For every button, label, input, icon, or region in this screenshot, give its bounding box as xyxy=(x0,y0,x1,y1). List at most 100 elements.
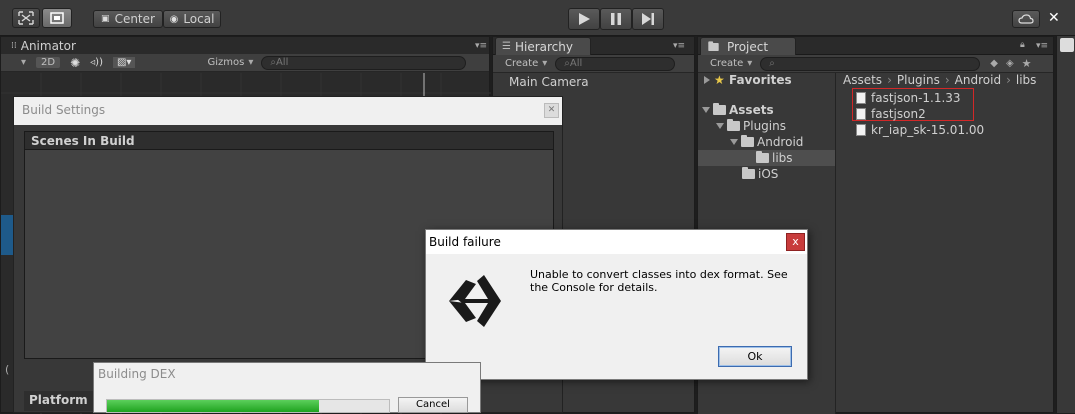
folder-icon xyxy=(708,40,719,51)
file-label: fastjson2 xyxy=(871,107,926,121)
light-icon[interactable]: ✺ xyxy=(70,56,80,70)
gizmos-chevron-icon[interactable]: ▾ xyxy=(248,57,253,68)
favorites-section[interactable]: ★ Favorites xyxy=(704,73,792,87)
filter-type-icon[interactable]: ◆ xyxy=(990,58,998,69)
space-local-button[interactable]: ◉ Local xyxy=(163,10,221,28)
folder-icon xyxy=(741,135,754,147)
search-icon: ⌕ xyxy=(769,57,775,69)
pivot-icon: ▣ xyxy=(101,14,110,24)
pause-button[interactable] xyxy=(600,8,632,30)
file-label: fastjson-1.1.33 xyxy=(871,91,961,105)
file-icon xyxy=(856,92,866,104)
2d-toggle[interactable]: 2D xyxy=(36,57,61,68)
panel-menu-icon[interactable]: ▾≡ xyxy=(1036,41,1048,51)
close-icon[interactable]: ✕ xyxy=(1048,10,1060,26)
breadcrumb-item[interactable]: Android xyxy=(955,73,1001,87)
tree-item-libs[interactable]: libs xyxy=(756,151,793,165)
collapsed-icon xyxy=(704,76,710,84)
panel-menu-icon[interactable]: ▾≡ xyxy=(673,41,685,51)
file-icon xyxy=(856,124,866,136)
folder-icon xyxy=(742,167,755,179)
chevron-down-icon[interactable]: ▾ xyxy=(542,58,547,69)
breadcrumb-separator-icon: › xyxy=(1006,73,1011,87)
dialog-title: Build failure xyxy=(426,230,807,254)
inspector-panel-stub xyxy=(1056,36,1075,413)
tree-item-assets[interactable]: Assets xyxy=(702,103,774,117)
scenes-header: Scenes In Build xyxy=(25,132,553,150)
file-label: kr_iap_sk-15.01.00 xyxy=(871,123,985,137)
file-item[interactable]: fastjson2 xyxy=(856,107,926,121)
hierarchy-search-placeholder: All xyxy=(569,57,583,69)
build-settings-titlebar: Build Settings xyxy=(14,97,562,125)
lock-icon[interactable]: 🔒︎ xyxy=(1020,40,1025,50)
panel-menu-icon[interactable]: ▾≡ xyxy=(475,41,487,51)
animator-search-placeholder: All xyxy=(275,56,289,68)
step-icon xyxy=(642,13,654,25)
project-tab[interactable]: Project xyxy=(700,37,796,55)
pause-icon xyxy=(611,13,621,25)
hierarchy-item[interactable]: Main Camera xyxy=(509,75,589,89)
tag-icon[interactable]: ◈ xyxy=(1006,58,1014,69)
tree-item-label: iOS xyxy=(758,167,779,181)
gizmos-dropdown[interactable]: Gizmos xyxy=(207,57,244,68)
hierarchy-toolbar: Create ▾ ⌕All xyxy=(493,55,694,73)
cloud-icon xyxy=(1018,14,1034,24)
ok-button[interactable]: Ok xyxy=(718,346,792,367)
file-item[interactable]: fastjson-1.1.33 xyxy=(856,91,961,105)
tree-item-label: libs xyxy=(772,151,793,165)
pivot-center-button[interactable]: ▣ Center xyxy=(93,10,163,28)
animator-tab[interactable]: ⁞⁞ Animator xyxy=(11,39,76,53)
effects-icon[interactable]: ▨▾ xyxy=(112,57,136,68)
tree-item-android[interactable]: Android xyxy=(730,135,803,149)
scene-edge xyxy=(1,215,13,255)
hierarchy-tab[interactable]: ☰ Hierarchy xyxy=(495,37,591,55)
file-item[interactable]: kr_iap_sk-15.01.00 xyxy=(856,123,984,137)
step-button[interactable] xyxy=(632,8,664,30)
file-icon xyxy=(856,108,866,120)
list-icon: ☰ xyxy=(502,41,511,52)
project-tab-label: Project xyxy=(727,39,769,54)
star-filter-icon[interactable]: ★ xyxy=(1022,57,1032,70)
play-button[interactable] xyxy=(568,8,600,30)
favorites-label: Favorites xyxy=(728,73,792,87)
building-dex-window: Building DEX Cancel xyxy=(93,362,481,413)
project-create-button[interactable]: Create xyxy=(710,58,743,69)
move-tool-button[interactable] xyxy=(12,8,40,28)
breadcrumb-separator-icon: › xyxy=(887,73,892,87)
progress-title: Building DEX xyxy=(98,367,176,381)
dropdown-icon[interactable]: ▾ xyxy=(21,57,26,68)
main-toolbar: ▣ Center ◉ Local ✕ xyxy=(0,0,1075,36)
inspector-tab[interactable] xyxy=(1060,38,1074,52)
chevron-down-icon[interactable]: ▾ xyxy=(747,58,752,69)
platform-header: Platform xyxy=(24,391,96,411)
close-icon[interactable]: ✕ xyxy=(544,103,559,118)
breadcrumb-item[interactable]: Plugins xyxy=(897,73,940,87)
progress-fill xyxy=(107,400,319,412)
tree-item-label: Assets xyxy=(729,103,774,117)
folder-icon xyxy=(727,119,740,131)
hierarchy-search-input[interactable]: ⌕All xyxy=(555,56,676,71)
hierarchy-create-button[interactable]: Create xyxy=(505,58,538,69)
animator-search-input[interactable]: ⌕All xyxy=(261,55,467,70)
expanded-icon xyxy=(716,123,724,129)
cloud-button[interactable] xyxy=(1012,10,1040,28)
tree-item-ios[interactable]: iOS xyxy=(742,167,778,181)
globe-icon: ◉ xyxy=(169,13,179,25)
expanded-icon xyxy=(730,139,738,145)
build-failure-dialog: Build failure x Unable to convert classe… xyxy=(425,229,808,380)
breadcrumb-item[interactable]: Assets xyxy=(843,73,882,87)
rect-icon xyxy=(50,12,64,24)
dialog-close-button[interactable]: x xyxy=(786,233,805,251)
breadcrumb-item[interactable]: libs xyxy=(1016,73,1037,87)
cancel-button[interactable]: Cancel xyxy=(398,397,468,413)
tree-item-plugins[interactable]: Plugins xyxy=(716,119,786,133)
rect-tool-button[interactable] xyxy=(42,8,72,28)
play-icon xyxy=(579,13,590,25)
animator-tab-label: Animator xyxy=(20,39,76,53)
breadcrumb: Assets › Plugins › Android › libs xyxy=(843,73,1036,87)
dialog-message: Unable to convert classes into dex forma… xyxy=(530,268,788,294)
project-toolbar: Create ▾ ⌕ ◆ ◈ ★ xyxy=(698,55,1053,73)
tree-item-label: Plugins xyxy=(743,119,786,133)
project-search-input[interactable]: ⌕ xyxy=(760,56,981,71)
audio-icon[interactable]: ◃)) xyxy=(90,57,103,68)
